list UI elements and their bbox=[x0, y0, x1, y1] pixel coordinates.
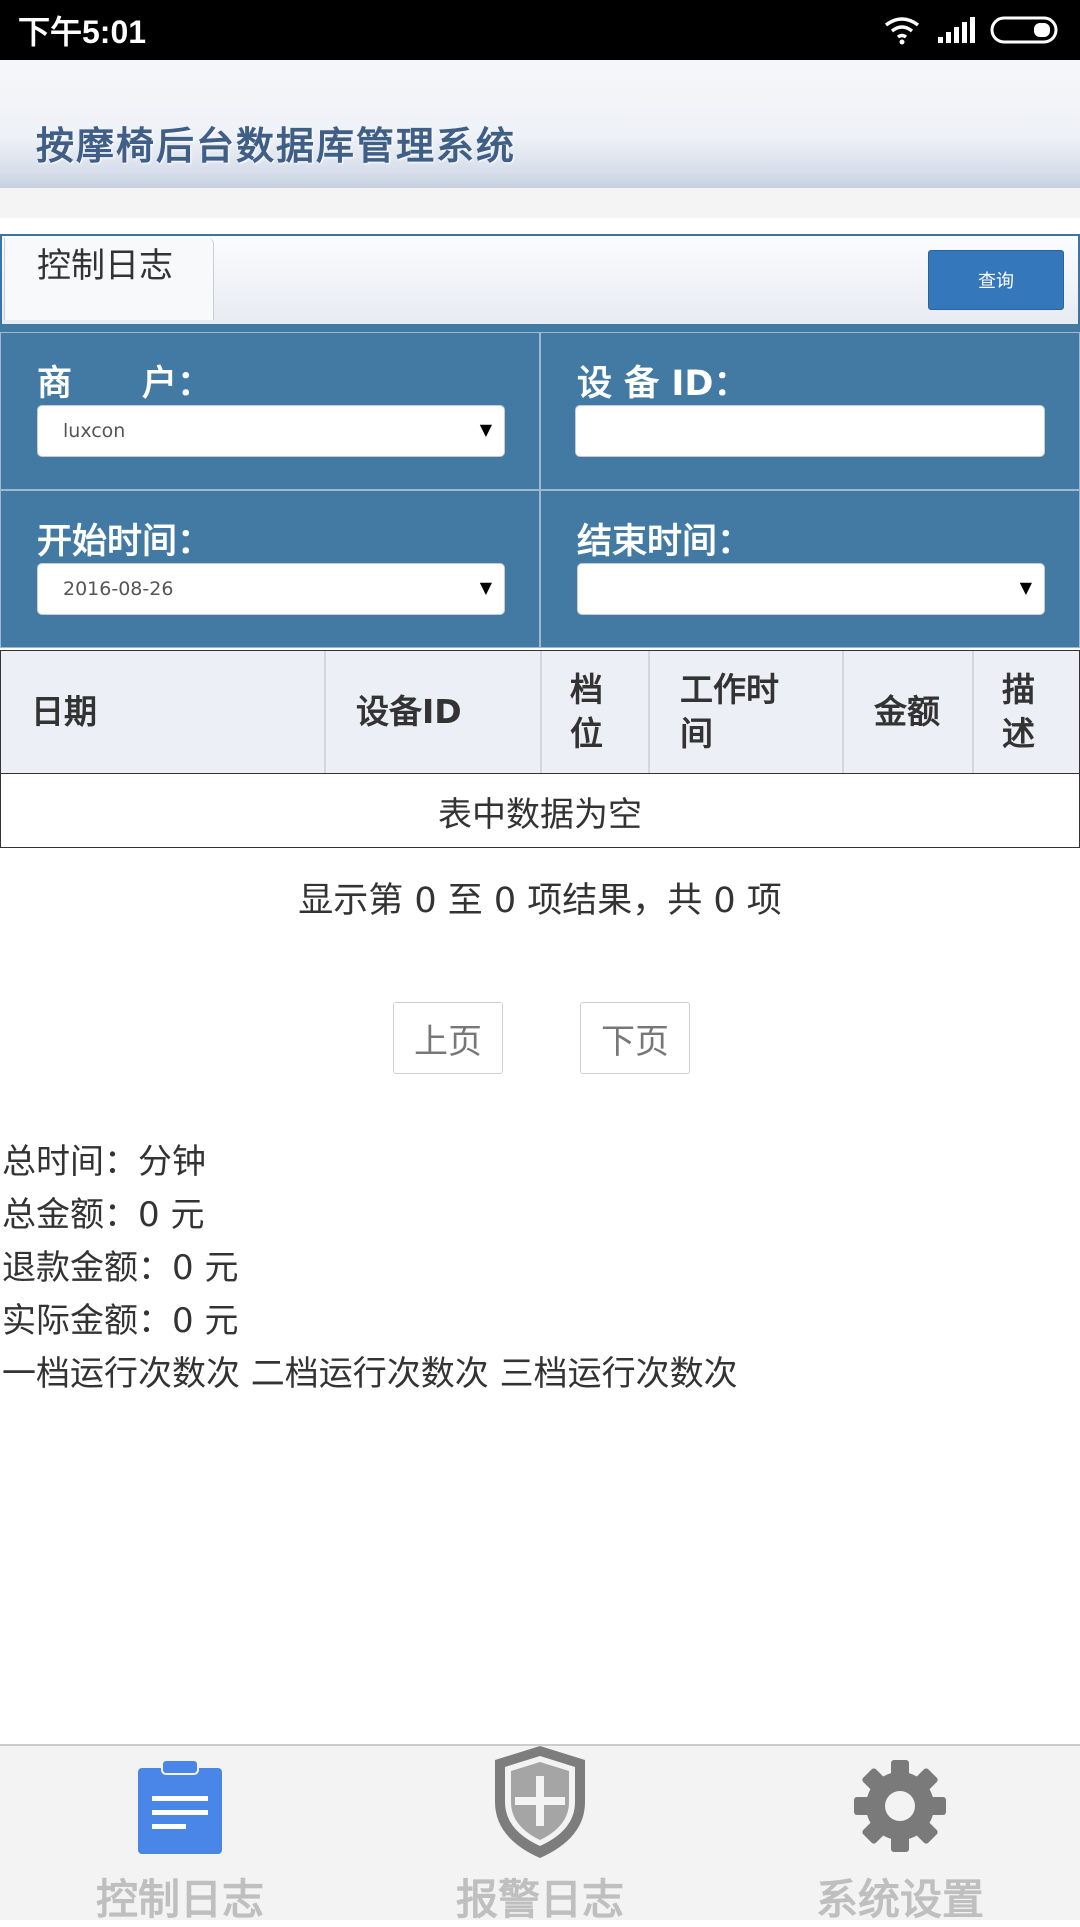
column-header-level[interactable]: 档位 bbox=[542, 651, 650, 773]
nav-control-log[interactable]: 控制日志 bbox=[0, 1746, 360, 1924]
clipboard-icon bbox=[138, 1759, 222, 1854]
device-id-input[interactable] bbox=[575, 405, 1045, 457]
wifi-icon bbox=[884, 17, 920, 45]
start-time-select[interactable]: 2016-08-26 ▼ bbox=[37, 563, 505, 615]
status-bar: 下午5:01 bbox=[0, 0, 1080, 60]
dropdown-arrow-icon: ▼ bbox=[479, 578, 492, 597]
device-id-filter: 设 备 ID： bbox=[540, 332, 1080, 490]
column-header-amount[interactable]: 金额 bbox=[844, 651, 974, 773]
app-title: 按摩椅后台数据库管理系统 bbox=[36, 124, 517, 168]
status-time: 下午5:01 bbox=[18, 14, 147, 50]
signal-icon bbox=[938, 17, 975, 43]
column-header-description-text: 描述 bbox=[1002, 670, 1035, 753]
table-header: 日期 设备ID 档位 工作时间 金额 描述 bbox=[1, 651, 1079, 774]
prev-page-button[interactable]: 上页 bbox=[393, 1002, 503, 1074]
column-header-work-time-text: 工作时间 bbox=[680, 670, 779, 753]
filter-panel: 商 户： luxcon ▼ 设 备 ID： 开始时间： 2016-08-26 ▼… bbox=[0, 324, 1080, 648]
battery-icon bbox=[990, 16, 1058, 44]
banner-spacer bbox=[0, 188, 1080, 218]
nav-label-alarm-log: 报警日志 bbox=[455, 1875, 624, 1924]
start-time-value: 2016-08-26 bbox=[63, 578, 174, 600]
next-page-button[interactable]: 下页 bbox=[580, 1002, 690, 1074]
tab-bar: 控制日志 bbox=[0, 234, 1080, 324]
column-header-date[interactable]: 日期 bbox=[1, 651, 326, 773]
summary-level-runs: 一档运行次数次 二档运行次数次 三档运行次数次 bbox=[2, 1354, 738, 1394]
data-table: 日期 设备ID 档位 工作时间 金额 描述 表中数据为空 bbox=[0, 650, 1080, 848]
start-time-label: 开始时间： bbox=[37, 522, 213, 562]
end-time-label: 结束时间： bbox=[577, 522, 753, 562]
merchant-label: 商 户： bbox=[37, 364, 213, 404]
nav-alarm-log[interactable]: 报警日志 bbox=[360, 1746, 720, 1924]
start-time-filter: 开始时间： 2016-08-26 ▼ bbox=[0, 490, 540, 648]
summary-refund-amount: 退款金额：0 元 bbox=[2, 1248, 239, 1288]
status-icons bbox=[882, 15, 1062, 45]
end-time-select[interactable]: ▼ bbox=[577, 563, 1045, 615]
end-time-filter: 结束时间： ▼ bbox=[540, 490, 1080, 648]
result-info: 显示第 0 至 0 项结果，共 0 项 bbox=[298, 881, 782, 921]
shield-plus-icon bbox=[495, 1746, 585, 1858]
column-header-work-time[interactable]: 工作时间 bbox=[650, 651, 844, 773]
dropdown-arrow-icon: ▼ bbox=[479, 420, 492, 439]
gear-icon bbox=[854, 1760, 946, 1852]
column-header-device-id[interactable]: 设备ID bbox=[326, 651, 542, 773]
merchant-value: luxcon bbox=[63, 420, 126, 442]
tab-control-log[interactable]: 控制日志 bbox=[4, 238, 214, 320]
summary-total-amount: 总金额：0 元 bbox=[2, 1195, 205, 1235]
header-banner: 按摩椅后台数据库管理系统 bbox=[0, 60, 1080, 188]
column-header-description[interactable]: 描述 bbox=[974, 651, 1079, 773]
tab-label: 控制日志 bbox=[37, 246, 173, 286]
merchant-select[interactable]: luxcon ▼ bbox=[37, 405, 505, 457]
bottom-navigation: 控制日志 报警日志 系统设置 bbox=[0, 1744, 1080, 1924]
dropdown-arrow-icon: ▼ bbox=[1019, 578, 1032, 597]
query-button[interactable]: 查询 bbox=[928, 250, 1064, 310]
column-header-level-text: 档位 bbox=[570, 670, 603, 753]
table-empty-message: 表中数据为空 bbox=[438, 794, 642, 835]
device-id-label: 设 备 ID： bbox=[577, 364, 749, 404]
summary-section: 总时间：分钟 总金额：0 元 退款金额：0 元 实际金额：0 元 一档运行次数次… bbox=[2, 1136, 738, 1401]
summary-actual-amount: 实际金额：0 元 bbox=[2, 1301, 239, 1341]
nav-label-system-settings: 系统设置 bbox=[815, 1875, 984, 1924]
summary-total-time: 总时间：分钟 bbox=[2, 1142, 206, 1182]
merchant-filter: 商 户： luxcon ▼ bbox=[0, 332, 540, 490]
nav-label-control-log: 控制日志 bbox=[95, 1875, 264, 1924]
nav-system-settings[interactable]: 系统设置 bbox=[720, 1746, 1080, 1924]
